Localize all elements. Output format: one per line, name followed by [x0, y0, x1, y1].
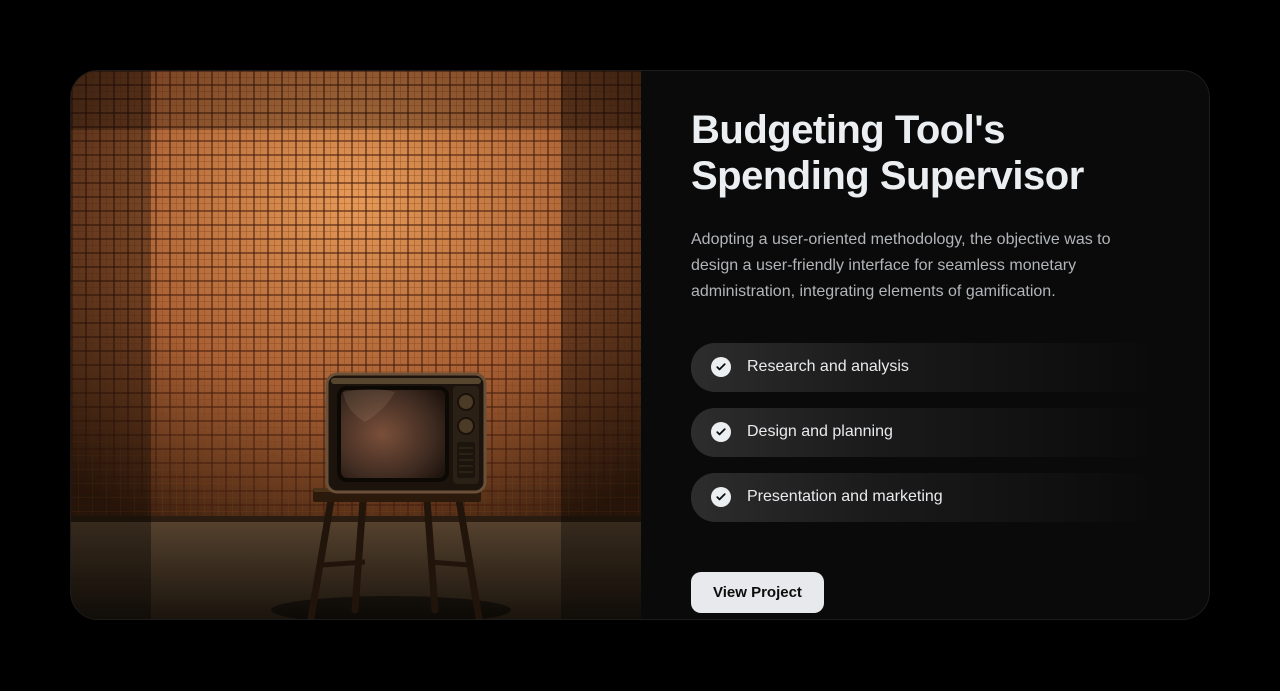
project-card: Budgeting Tool's Spending Supervisor Ado… — [70, 70, 1210, 620]
project-content: Budgeting Tool's Spending Supervisor Ado… — [641, 71, 1209, 619]
project-description: Adopting a user-oriented methodology, th… — [691, 227, 1159, 305]
feature-item: Presentation and marketing — [691, 473, 1159, 522]
feature-label: Design and planning — [747, 423, 893, 441]
feature-item: Research and analysis — [691, 343, 1159, 392]
cta-row: View Project — [691, 572, 1159, 613]
feature-item: Design and planning — [691, 408, 1159, 457]
check-circle-icon — [711, 357, 731, 377]
feature-label: Research and analysis — [747, 358, 909, 376]
feature-list: Research and analysis Design and plannin… — [691, 343, 1159, 522]
project-title: Budgeting Tool's Spending Supervisor — [691, 107, 1159, 199]
check-circle-icon — [711, 422, 731, 442]
project-image — [71, 71, 641, 619]
view-project-button[interactable]: View Project — [691, 572, 824, 613]
feature-label: Presentation and marketing — [747, 488, 943, 506]
check-circle-icon — [711, 487, 731, 507]
